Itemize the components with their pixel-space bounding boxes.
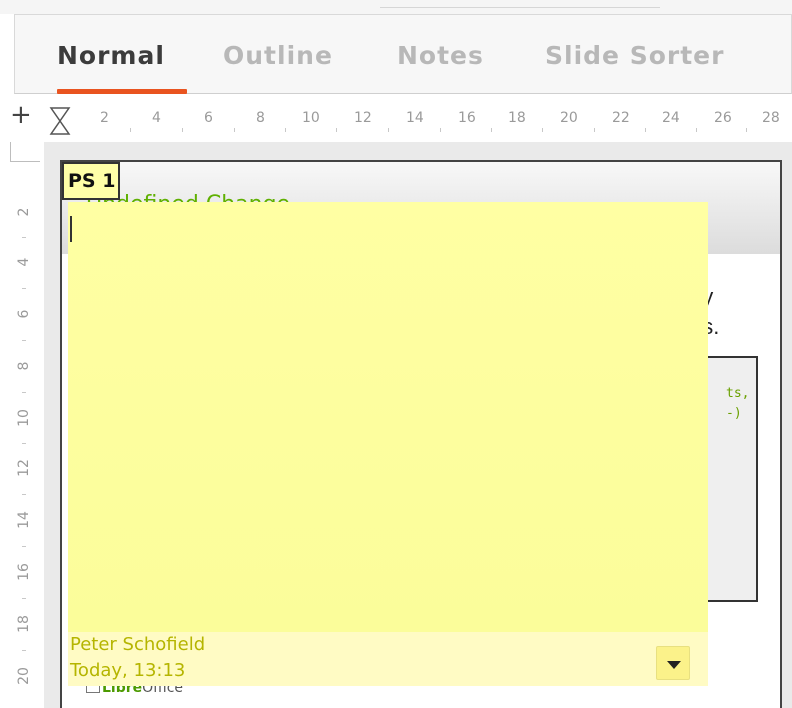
ruler-minor-tick <box>22 288 26 289</box>
active-tab-indicator <box>57 89 187 94</box>
ruler-tick-label: 2 <box>100 110 109 126</box>
ruler-minor-tick <box>336 128 337 132</box>
ruler-tick-label: 24 <box>662 110 680 126</box>
ruler-tick-label: 14 <box>16 511 32 529</box>
top-strip-segment <box>380 0 660 8</box>
ruler-tick-label: 18 <box>16 615 32 633</box>
ruler-minor-tick <box>645 128 646 132</box>
ruler-tick-label: 10 <box>302 110 320 126</box>
ruler-tick-label: 4 <box>16 257 32 267</box>
ruler-minor-tick <box>440 128 441 132</box>
ruler-minor-tick <box>696 128 697 132</box>
ruler-tick-label: 28 <box>762 110 780 126</box>
comment-author: Peter Schofield <box>70 634 206 655</box>
ruler-minor-tick <box>594 128 595 132</box>
ruler-minor-tick <box>22 443 26 444</box>
ruler-tick-label: 20 <box>16 667 32 685</box>
ruler-corner <box>10 142 40 162</box>
ruler-minor-tick <box>22 237 26 238</box>
ruler-tick-label: 4 <box>152 110 161 126</box>
ruler-tick-label: 14 <box>406 110 424 126</box>
ruler-tick-label: 18 <box>508 110 526 126</box>
view-tab-bar: Normal Outline Notes Slide Sorter <box>14 14 792 94</box>
comment-date: Today, 13:13 <box>70 660 186 681</box>
ruler-tick-label: 26 <box>714 110 732 126</box>
ruler-tick-label: 12 <box>16 459 32 477</box>
ruler-minor-tick <box>22 546 26 547</box>
ruler-tick-label: 20 <box>560 110 578 126</box>
ruler-tick-label: 22 <box>612 110 630 126</box>
code-line: ts, <box>726 386 750 401</box>
ruler-tick-label: 6 <box>16 309 32 319</box>
ruler-add-icon[interactable]: + <box>10 100 32 130</box>
top-strip <box>0 0 792 14</box>
ruler-minor-tick <box>746 128 747 132</box>
tab-outline[interactable]: Outline <box>223 41 333 70</box>
ruler-minor-tick <box>491 128 492 132</box>
ruler-tick-label: 10 <box>16 409 32 427</box>
tab-slide-sorter[interactable]: Slide Sorter <box>545 41 724 70</box>
ruler-tick-label: 16 <box>458 110 476 126</box>
ruler-tick-label: 6 <box>204 110 213 126</box>
comment-anchor-label[interactable]: PS 1 <box>62 162 120 200</box>
ruler-tick-label: 16 <box>16 563 32 581</box>
comment-text-area[interactable] <box>68 202 708 632</box>
ruler-tick-label: 12 <box>354 110 372 126</box>
ruler-minor-tick <box>285 128 286 132</box>
tab-notes[interactable]: Notes <box>397 41 484 70</box>
comment-menu-button[interactable] <box>656 646 690 680</box>
comment-note[interactable]: Peter Schofield Today, 13:13 <box>68 202 708 686</box>
dropdown-triangle-icon <box>667 661 681 669</box>
code-line: -) <box>726 406 742 421</box>
ruler-minor-tick <box>22 650 26 651</box>
ruler-minor-tick <box>22 340 26 341</box>
ruler-minor-tick <box>22 494 26 495</box>
tab-normal[interactable]: Normal <box>57 41 165 70</box>
indent-marker-icon[interactable] <box>48 106 72 136</box>
ruler-minor-tick <box>22 392 26 393</box>
ruler-minor-tick <box>234 128 235 132</box>
ruler-minor-tick <box>130 128 131 132</box>
comment-footer: Peter Schofield Today, 13:13 <box>68 632 708 686</box>
ruler-tick-label: 2 <box>16 207 32 217</box>
ruler-tick-label: 8 <box>16 361 32 371</box>
ruler-minor-tick <box>542 128 543 132</box>
ruler-minor-tick <box>22 598 26 599</box>
ruler-tick-label: 8 <box>256 110 265 126</box>
ruler-minor-tick <box>182 128 183 132</box>
ruler-minor-tick <box>388 128 389 132</box>
text-cursor <box>70 216 72 242</box>
